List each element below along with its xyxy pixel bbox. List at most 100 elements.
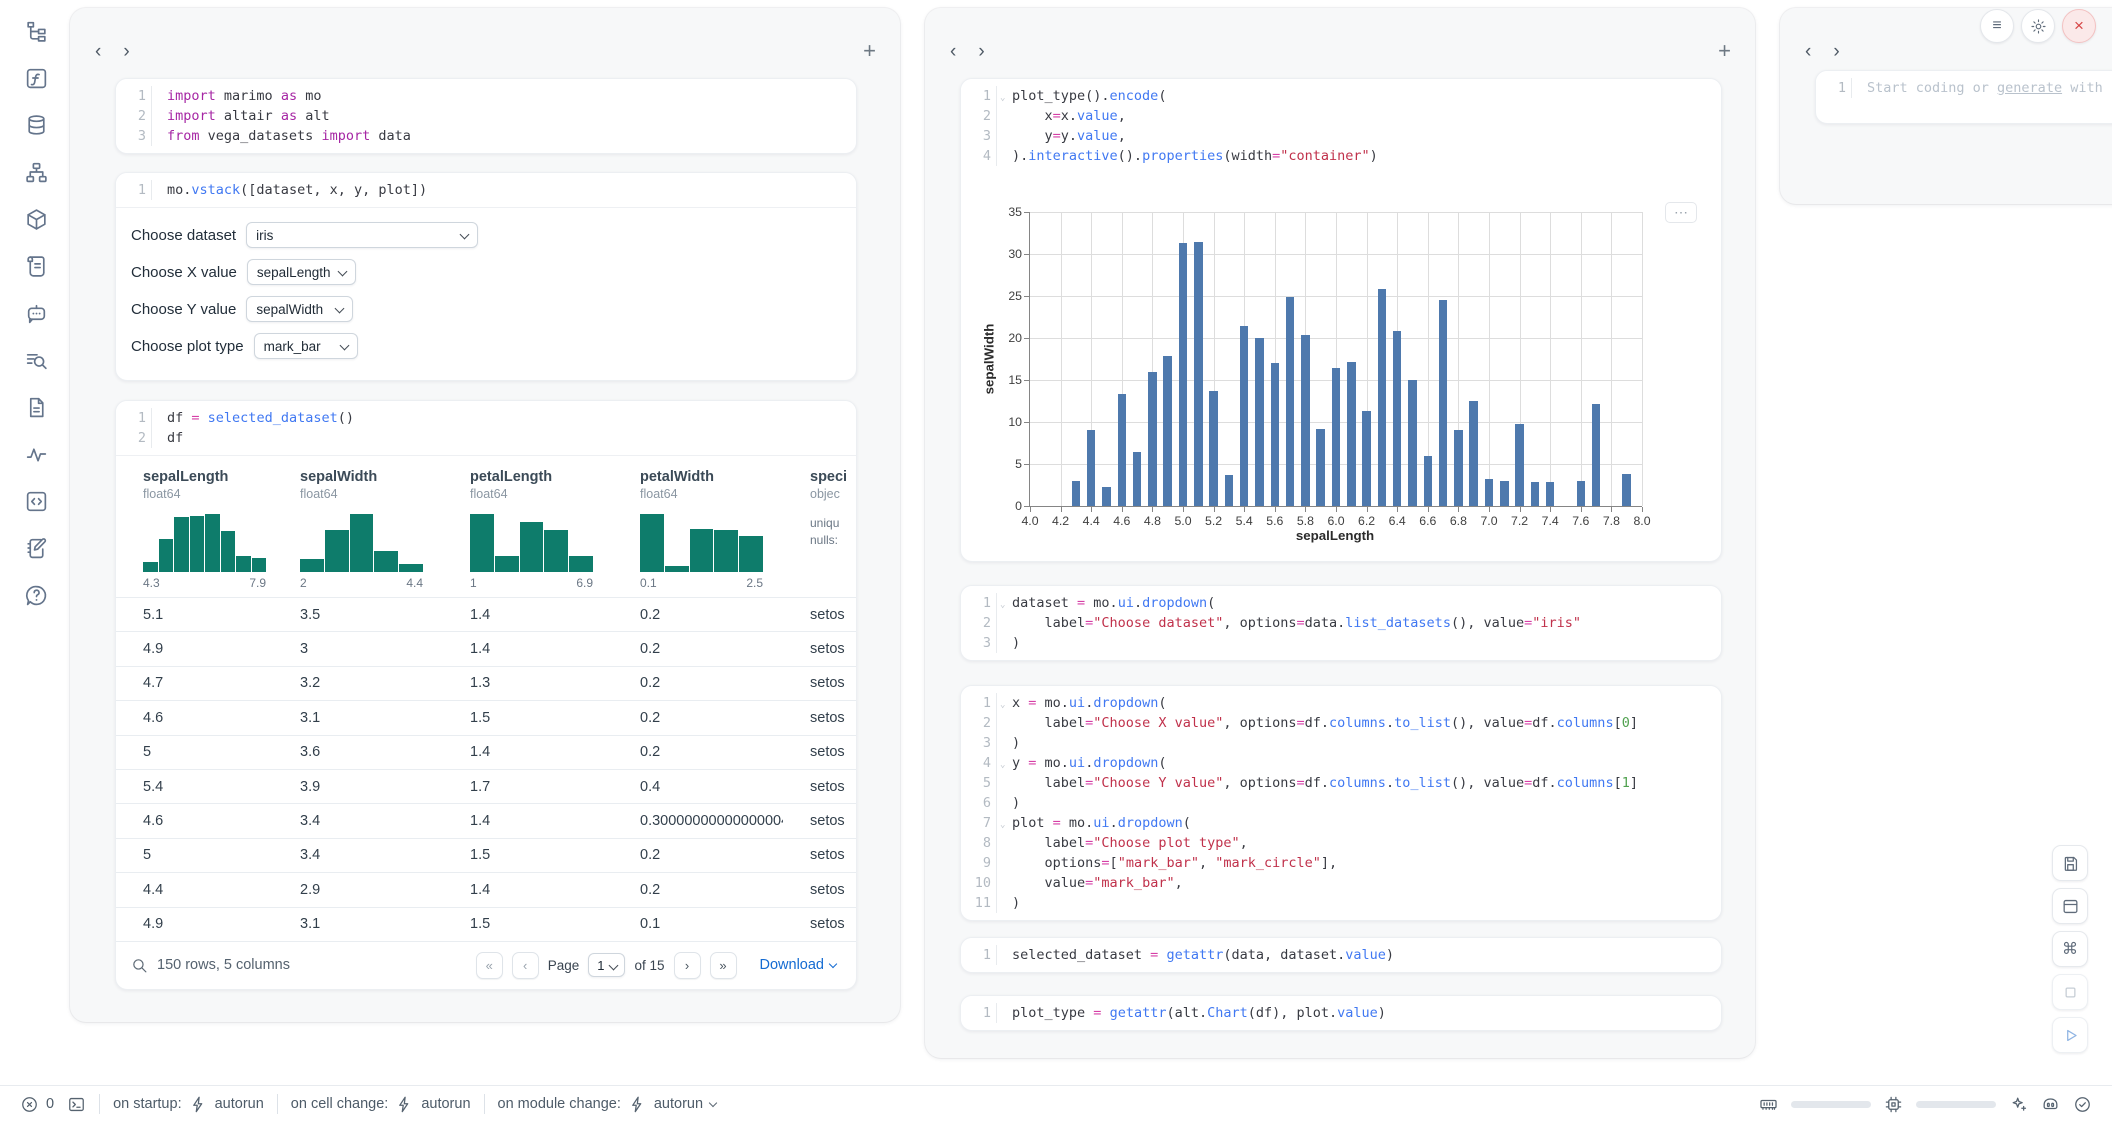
table-cell: 3.2 bbox=[273, 675, 443, 691]
table-cell: 1.4 bbox=[443, 882, 613, 898]
x-axis-title: sepalLength bbox=[1029, 528, 1641, 543]
code-editor[interactable]: 1import marimo as mo2import altair as al… bbox=[116, 79, 856, 153]
table-cell: 1.7 bbox=[443, 779, 613, 795]
code-editor[interactable]: 1 Start coding or generate with bbox=[1816, 71, 2112, 105]
chart-plot-area[interactable]: 4.04.24.44.64.85.05.25.45.65.86.06.26.46… bbox=[1029, 212, 1642, 507]
code-editor[interactable]: 1mo.vstack([dataset, x, y, plot]) bbox=[116, 173, 856, 207]
table-cell: 0.2 bbox=[613, 607, 783, 623]
x-tick-label: 4.0 bbox=[1021, 514, 1038, 528]
cell-xy-plot-dropdowns: 1⌄x = mo.ui.dropdown(2 label="Choose X v… bbox=[960, 685, 1722, 921]
page-select[interactable]: 1 bbox=[588, 953, 625, 977]
close-icon[interactable]: × bbox=[2062, 9, 2096, 43]
plot-type-dropdown-label: Choose plot type bbox=[131, 338, 244, 355]
keyboard-shortcuts-icon[interactable]: ⌘ bbox=[2052, 931, 2088, 967]
chart-options-button[interactable]: ⋯ bbox=[1665, 202, 1697, 223]
column-scroll-left-button[interactable]: ‹ bbox=[91, 42, 105, 61]
database-icon[interactable] bbox=[19, 108, 53, 142]
prev-page-button[interactable]: ‹ bbox=[512, 952, 539, 979]
code-editor[interactable]: 1⌄plot_type().encode(2 x=x.value,3 y=y.v… bbox=[961, 79, 1721, 173]
chat-bot-icon[interactable] bbox=[19, 296, 53, 330]
tracing-pulse-icon[interactable] bbox=[19, 437, 53, 471]
y-value-dropdown[interactable]: sepalWidth bbox=[246, 296, 353, 322]
x-tick-label: 4.2 bbox=[1052, 514, 1069, 528]
table-cell: 1.5 bbox=[443, 847, 613, 863]
scratchpad-icon[interactable] bbox=[19, 531, 53, 565]
copilot-icon[interactable] bbox=[2041, 1095, 2060, 1114]
column-histogram bbox=[640, 510, 763, 572]
connection-check-icon[interactable] bbox=[2073, 1095, 2092, 1114]
column-scroll-right-button[interactable]: › bbox=[974, 42, 988, 61]
ai-sparkle-icon[interactable] bbox=[2009, 1095, 2028, 1114]
code-editor[interactable]: 1⌄x = mo.ui.dropdown(2 label="Choose X v… bbox=[961, 686, 1721, 920]
code-editor[interactable]: 1df = selected_dataset()2df bbox=[116, 401, 856, 455]
column-histogram bbox=[300, 510, 423, 572]
layout-icon[interactable] bbox=[2052, 888, 2088, 924]
generate-link[interactable]: generate bbox=[1997, 80, 2062, 96]
code-editor[interactable]: 1plot_type = getattr(alt.Chart(df), plot… bbox=[961, 996, 1721, 1030]
download-button[interactable]: Download bbox=[754, 956, 843, 974]
table-row: 4.63.41.40.30000000000000004setos bbox=[116, 803, 856, 837]
first-page-button[interactable]: « bbox=[476, 952, 503, 979]
x-tick-label: 5.2 bbox=[1205, 514, 1222, 528]
code-editor[interactable]: 1selected_dataset = getattr(data, datase… bbox=[961, 938, 1721, 972]
control-row: Choose datasetiris bbox=[131, 222, 856, 248]
ram-usage-bar bbox=[1791, 1101, 1871, 1108]
settings-gear-icon[interactable] bbox=[2021, 9, 2055, 43]
column-scroll-right-button[interactable]: › bbox=[1829, 42, 1843, 61]
zap-icon bbox=[628, 1095, 647, 1114]
file-tree-icon[interactable] bbox=[19, 14, 53, 48]
documentation-icon[interactable] bbox=[19, 390, 53, 424]
column-header-speci: speciobjecuniqunulls: bbox=[783, 469, 857, 597]
cell-empty-editor: 1 Start coding or generate with bbox=[1815, 70, 2112, 124]
search-list-icon[interactable] bbox=[19, 343, 53, 377]
snippets-code-icon[interactable] bbox=[19, 484, 53, 518]
add-cell-button[interactable]: + bbox=[1716, 40, 1733, 62]
dataset-dropdown[interactable]: iris bbox=[246, 222, 478, 248]
altair-bar-chart[interactable]: sepalWidth 4.04.24.44.64.85.05.25.45.65.… bbox=[961, 176, 1721, 561]
run-all-icon[interactable] bbox=[2052, 1017, 2088, 1053]
cell-vstack: 1mo.vstack([dataset, x, y, plot]) Choose… bbox=[115, 172, 857, 381]
x-tick-label: 5.0 bbox=[1174, 514, 1191, 528]
save-icon[interactable] bbox=[2052, 845, 2088, 881]
table-cell: 5.4 bbox=[116, 779, 273, 795]
next-page-button[interactable]: › bbox=[674, 952, 701, 979]
on-module-change-autorun[interactable]: on module change: autorun bbox=[498, 1095, 717, 1114]
table-cell: setos bbox=[783, 710, 857, 726]
logs-scroll-icon[interactable] bbox=[19, 249, 53, 283]
column-scroll-right-button[interactable]: › bbox=[119, 42, 133, 61]
column-histogram bbox=[470, 510, 593, 572]
panel-controls: ≡ × bbox=[1980, 9, 2096, 43]
cell-dataframe: 1df = selected_dataset()2df sepalLengthf… bbox=[115, 400, 857, 990]
interrupt-icon[interactable] bbox=[2052, 974, 2088, 1010]
table-cell: 3 bbox=[273, 641, 443, 657]
chart-bar bbox=[1515, 424, 1524, 506]
help-icon[interactable] bbox=[19, 578, 53, 612]
function-square-icon[interactable] bbox=[19, 61, 53, 95]
dependency-graph-icon[interactable] bbox=[19, 155, 53, 189]
column-scroll-left-button[interactable]: ‹ bbox=[1801, 42, 1815, 61]
last-page-button[interactable]: » bbox=[710, 952, 737, 979]
control-row: Choose plot type mark_bar bbox=[131, 333, 856, 359]
plot-type-dropdown[interactable]: mark_bar bbox=[254, 333, 358, 359]
code-editor[interactable]: 1⌄dataset = mo.ui.dropdown(2 label="Choo… bbox=[961, 586, 1721, 660]
terminal-icon[interactable] bbox=[67, 1095, 86, 1114]
table-cell: setos bbox=[783, 916, 857, 932]
column-scroll-left-button[interactable]: ‹ bbox=[946, 42, 960, 61]
y-tick-label: 15 bbox=[988, 373, 1022, 387]
x-tick-label: 7.0 bbox=[1480, 514, 1497, 528]
table-cell: 5 bbox=[116, 744, 273, 760]
x-value-dropdown[interactable]: sepalLength bbox=[247, 259, 356, 285]
search-icon[interactable] bbox=[131, 957, 148, 974]
chart-bar bbox=[1347, 362, 1356, 506]
column-histogram bbox=[143, 510, 266, 572]
control-row: Choose Y valuesepalWidth bbox=[131, 296, 856, 322]
table-cell: setos bbox=[783, 744, 857, 760]
cpu-usage-bar bbox=[1916, 1101, 1996, 1108]
errors-badge[interactable]: 0 bbox=[20, 1095, 54, 1114]
menu-icon[interactable]: ≡ bbox=[1980, 9, 2014, 43]
on-cell-change-autorun[interactable]: on cell change: autorun bbox=[291, 1095, 471, 1114]
add-cell-button[interactable]: + bbox=[861, 40, 878, 62]
package-icon[interactable] bbox=[19, 202, 53, 236]
chart-bar bbox=[1316, 429, 1325, 506]
on-startup-autorun[interactable]: on startup: autorun bbox=[113, 1095, 264, 1114]
